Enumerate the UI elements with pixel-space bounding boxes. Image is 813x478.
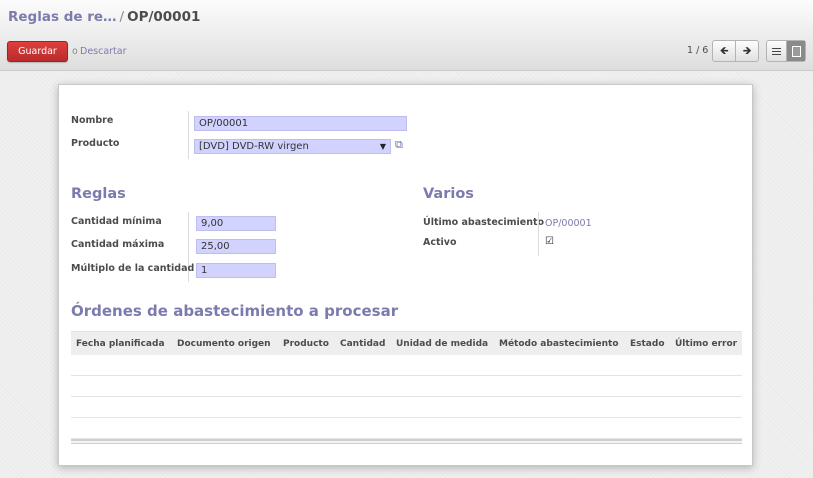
- list-view-button[interactable]: [767, 41, 786, 61]
- column-producto[interactable]: Producto: [278, 339, 335, 349]
- ordenes-table: Fecha planificada Documento origen Produ…: [71, 331, 742, 444]
- column-metodo-abastecimiento[interactable]: Método abastecimiento: [494, 339, 625, 349]
- form-view-icon: [791, 45, 801, 57]
- column-ultimo-error[interactable]: Último error: [670, 339, 742, 349]
- multiplo-field[interactable]: 1: [196, 263, 276, 278]
- or-separator: o: [72, 46, 78, 57]
- pager-previous-button[interactable]: 🡸: [713, 41, 735, 61]
- nombre-label: Nombre: [71, 115, 114, 126]
- breadcrumb-parent-link[interactable]: Reglas de re…: [8, 9, 117, 25]
- breadcrumb: Reglas de re… / OP/00001: [8, 9, 200, 25]
- breadcrumb-current: OP/00001: [127, 9, 201, 25]
- nombre-field[interactable]: OP/00001: [194, 116, 407, 131]
- column-documento-origen[interactable]: Documento origen: [172, 339, 278, 349]
- form-view-button[interactable]: [786, 41, 805, 61]
- cantidad-minima-field[interactable]: 9,00: [196, 216, 276, 231]
- ultimo-abastecimiento-link[interactable]: OP/00001: [545, 218, 592, 229]
- control-panel: Reglas de re… / OP/00001 Guardar o Descart…: [0, 0, 813, 71]
- producto-value: [DVD] DVD-RW virgen: [199, 141, 309, 152]
- pager-next-button[interactable]: 🡺: [735, 41, 758, 61]
- label-divider: [188, 111, 189, 159]
- table-row: [71, 376, 742, 397]
- producto-select[interactable]: [DVD] DVD-RW virgen ▼: [194, 139, 391, 154]
- column-fecha-planificada[interactable]: Fecha planificada: [71, 339, 172, 349]
- list-view-icon: [772, 47, 781, 55]
- table-row: [71, 418, 742, 439]
- cantidad-minima-label: Cantidad mínima: [71, 216, 162, 227]
- varios-title: Varios: [423, 186, 474, 202]
- table-row: [71, 355, 742, 376]
- producto-label: Producto: [71, 138, 120, 149]
- cantidad-maxima-label: Cantidad máxima: [71, 239, 165, 250]
- column-cantidad[interactable]: Cantidad: [335, 339, 391, 349]
- chevron-down-icon: ▼: [379, 142, 386, 151]
- arrow-left-icon: 🡸: [719, 43, 729, 57]
- pager-buttons: 🡸 🡺: [712, 40, 759, 62]
- save-button[interactable]: Guardar: [7, 41, 68, 62]
- pager-value: 1 / 6: [687, 45, 709, 56]
- multiplo-label: Múltiplo de la cantidad: [71, 263, 195, 274]
- table-row: [71, 397, 742, 418]
- discard-button[interactable]: Descartar: [80, 46, 127, 57]
- breadcrumb-separator: /: [119, 9, 125, 25]
- external-link-icon[interactable]: ⧉: [395, 138, 403, 152]
- activo-checkbox[interactable]: ☑: [545, 236, 554, 247]
- arrow-right-icon: 🡺: [742, 43, 752, 57]
- reglas-title: Reglas: [71, 186, 126, 202]
- cantidad-maxima-field[interactable]: 25,00: [196, 239, 276, 254]
- ultimo-abastecimiento-label: Último abastecimiento: [423, 217, 545, 228]
- table-header: Fecha planificada Documento origen Produ…: [71, 331, 742, 355]
- ordenes-title: Órdenes de abastecimiento a procesar: [71, 302, 399, 320]
- activo-label: Activo: [423, 237, 457, 248]
- column-unidad-medida[interactable]: Unidad de medida: [391, 339, 494, 349]
- table-footer: [71, 439, 742, 444]
- form-sheet: Nombre OP/00001 Producto [DVD] DVD-RW vi…: [58, 84, 753, 466]
- view-switcher: [766, 40, 806, 62]
- label-divider: [538, 212, 539, 256]
- column-estado[interactable]: Estado: [625, 339, 670, 349]
